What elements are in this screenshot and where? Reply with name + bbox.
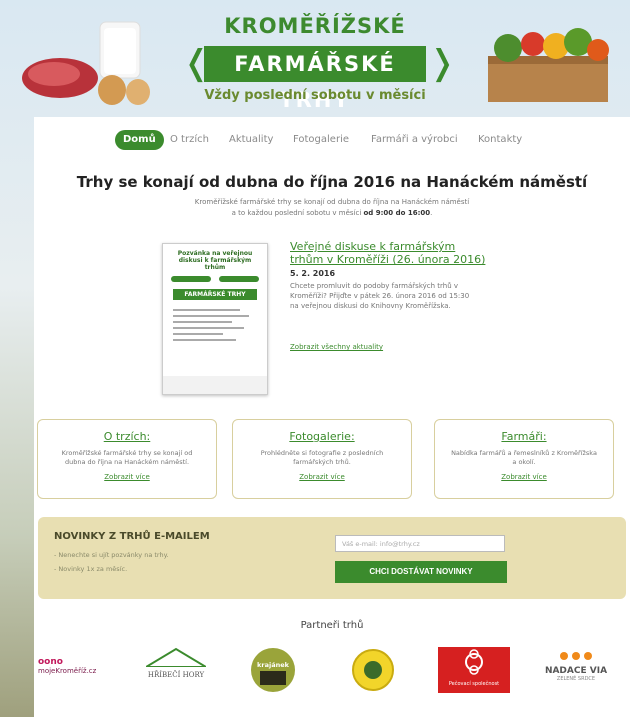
intro-time: od 9:00 do 16:00 [363,209,431,217]
poster-text-lines [173,309,257,345]
dots-icon [560,652,592,660]
nav-farmers[interactable]: Farmáři a výrobci [371,130,458,150]
intro-line-2: a to každou poslední sobotu v měsíci od … [34,208,630,219]
newsletter-title: NOVINKY Z TRHŮ E-MAILEM [54,531,210,542]
poster-head: Pozvánka na veřejnou diskusi k farmářský… [177,250,253,271]
newsletter-point-2: - Novinky 1x za měsíc. [54,565,128,573]
box-title-gallery[interactable]: Fotogalerie: [233,430,411,443]
logo-nadace-via-text: NADACE VIA [544,666,608,676]
box-link-farmers[interactable]: Zobrazit více [435,473,613,481]
box-link-gallery[interactable]: Zobrazit více [233,473,411,481]
box-text-gallery: Prohlédněte si fotografie z posledních f… [260,449,384,466]
all-news-link[interactable]: Zobrazit všechny aktuality [290,343,383,351]
mountain-icon [142,647,210,668]
news-date: 5. 2. 2016 [290,269,336,278]
news-text: Chcete promluvit do podoby farmářských t… [290,282,470,310]
logo-mojekromeriz-text: mojeKroměříž.cz [38,667,97,675]
krajanek-logo-icon [251,648,295,692]
poster-footer [163,376,267,394]
partner-logo-nadace-via[interactable]: NADACE VIA ZELENÉ SRDCE [532,647,620,693]
nav-home[interactable]: Domů [115,130,164,150]
logo-pecovaci-text: Pečovací společnost [448,681,500,687]
partner-logo-krajanek[interactable]: krajánek [250,647,296,693]
nav-gallery[interactable]: Fotogalerie [293,130,349,150]
newsletter-point-1: - Nenechte si ujít pozvánky na trhy. [54,551,169,559]
partner-logo-mojekromeriz[interactable]: oono mojeKroměříž.cz [38,647,118,693]
flower-icon [465,649,483,675]
logo-krajanek-text: krajánek [257,661,289,669]
site-header: KROMĚŘÍŽSKÉ ❬ FARMÁŘSKÉ TRHY ❭ Vždy posl… [0,0,630,118]
info-box-about: O trzích: Kroměřížské farmářské trhy se … [37,419,217,499]
nav-contacts[interactable]: Kontakty [478,130,522,150]
intro-text: Kroměřížské farmářské trhy se konají od … [34,197,630,219]
intro-line-2-text: a to každou poslední sobotu v měsíci [231,209,362,217]
logo-mojekromeriz-mark: oono [38,657,63,667]
main-nav: Domů O trzích Aktuality Fotogalerie Farm… [34,130,630,150]
logo-hribeci-hory-text: HŘÍBEČÍ HORY [147,671,205,679]
email-input[interactable] [335,535,505,552]
poster-bar [171,276,211,282]
info-box-gallery: Fotogalerie: Prohlédněte si fotografie z… [232,419,412,499]
intro-end: . [430,209,433,217]
logo-nadace-via-sub: ZELENÉ SRDCE [556,676,596,682]
brand-logo[interactable]: ❬ FARMÁŘSKÉ TRHY ❭ [182,46,457,112]
chevron-right-icon: ❭ [428,43,457,83]
box-title-about[interactable]: O trzích: [38,430,216,443]
intro-line-1: Kroměřížské farmářské trhy se konají od … [194,198,470,206]
news-poster-image[interactable]: Pozvánka na veřejnou diskusi k farmářský… [162,243,268,395]
partners-title: Partneři trhů [300,620,364,631]
newsletter-signup: NOVINKY Z TRHŮ E-MAILEM - Nenechte si uj… [38,517,626,599]
page-headline: Trhy se konají od dubna do října 2016 na… [76,173,588,191]
poster-bar [219,276,259,282]
news-title-link[interactable]: Veřejné diskuse k farmářským trhům v Kro… [290,240,490,266]
box-link-about[interactable]: Zobrazit více [38,473,216,481]
main-content: Domů O trzích Aktuality Fotogalerie Farm… [34,117,630,717]
info-box-farmers: Farmáři: Nabídka farmářů a řemeslníků z … [434,419,614,499]
box-title-farmers[interactable]: Farmáři: [435,430,613,443]
box-text-farmers: Nabídka farmářů a řemeslníků z Kroměřížs… [451,449,597,466]
chevron-left-icon: ❬ [182,43,211,83]
partner-logo-hribeci-hory[interactable]: HŘÍBEČÍ HORY [134,647,218,693]
brand-main: FARMÁŘSKÉ TRHY [204,46,426,112]
box-text-about: Kroměřížské farmářské trhy se konají od … [61,449,193,466]
nav-news[interactable]: Aktuality [229,130,273,150]
vegetable-box-image [488,28,609,102]
poster-main-label: FARMÁŘSKÉ TRHY [173,289,257,300]
partner-logo-yellow-emblem[interactable] [350,647,396,693]
partner-logo-pecovaci-spolecnost[interactable]: Pečovací společnost [438,647,510,693]
subscribe-button[interactable]: CHCI DOSTÁVAT NOVINKY [335,561,507,583]
yellow-emblem-icon [352,649,394,691]
nav-about[interactable]: O trzích [170,130,209,150]
